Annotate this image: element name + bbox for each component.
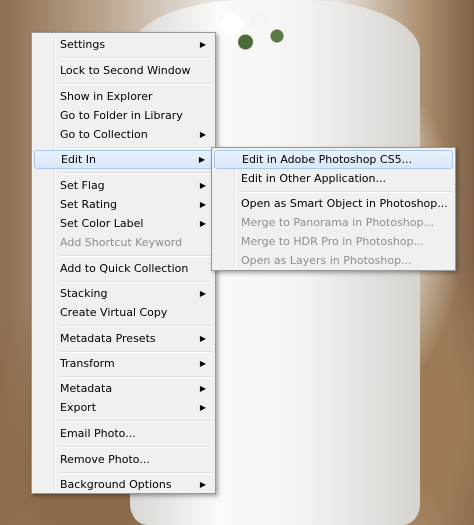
submenu-arrow-icon: ▶: [199, 289, 206, 298]
menu-item-label: Edit in Adobe Photoshop CS5...: [242, 153, 413, 166]
menu-item-add-shortcut-keyword: Add Shortcut Keyword: [34, 233, 213, 252]
submenu-arrow-icon: ▶: [199, 200, 206, 209]
menu-item-set-flag[interactable]: Set Flag ▶: [34, 176, 213, 195]
menu-item-go-to-folder-in-library[interactable]: Go to Folder in Library: [34, 106, 213, 125]
menu-item-stacking[interactable]: Stacking ▶: [34, 284, 213, 303]
menu-separator: [239, 191, 452, 193]
menu-item-label: Lock to Second Window: [60, 64, 191, 77]
menu-separator: [59, 446, 212, 448]
menu-item-metadata-presets[interactable]: Metadata Presets ▶: [34, 329, 213, 348]
menu-item-label: Show in Explorer: [60, 90, 153, 103]
menu-item-label: Merge to HDR Pro in Photoshop...: [241, 235, 425, 248]
submenu-arrow-icon: ▶: [199, 359, 206, 368]
submenu-item-edit-in-photoshop[interactable]: Edit in Adobe Photoshop CS5...: [214, 150, 453, 169]
menu-item-label: Open as Smart Object in Photoshop...: [241, 197, 448, 210]
submenu-arrow-icon: ▶: [199, 480, 206, 489]
submenu-arrow-icon: ▶: [199, 181, 206, 190]
submenu-item-merge-to-panorama: Merge to Panorama in Photoshop...: [214, 213, 453, 232]
menu-item-export[interactable]: Export ▶: [34, 398, 213, 417]
menu-separator: [59, 255, 212, 257]
menu-item-add-to-quick-collection[interactable]: Add to Quick Collection: [34, 259, 213, 278]
submenu-item-merge-to-hdr-pro: Merge to HDR Pro in Photoshop...: [214, 232, 453, 251]
submenu-arrow-icon: ▶: [199, 130, 206, 139]
menu-item-label: Stacking: [60, 287, 108, 300]
menu-item-lock-to-second-window[interactable]: Lock to Second Window: [34, 61, 213, 80]
edit-in-submenu: Edit in Adobe Photoshop CS5... Edit in O…: [211, 147, 456, 271]
menu-item-label: Edit in Other Application...: [241, 172, 387, 185]
submenu-arrow-icon: ▶: [199, 334, 206, 343]
menu-item-metadata[interactable]: Metadata ▶: [34, 379, 213, 398]
menu-item-label: Edit In: [61, 153, 97, 166]
menu-item-background-options[interactable]: Background Options ▶: [34, 475, 213, 494]
menu-item-label: Add to Quick Collection: [60, 262, 189, 275]
menu-item-go-to-collection[interactable]: Go to Collection ▶: [34, 125, 213, 144]
menu-item-set-rating[interactable]: Set Rating ▶: [34, 195, 213, 214]
menu-item-label: Create Virtual Copy: [60, 306, 168, 319]
menu-item-label: Metadata: [60, 382, 113, 395]
menu-separator: [59, 325, 212, 327]
background-photo-bouquet: [205, 0, 295, 60]
menu-item-label: Settings: [60, 38, 106, 51]
submenu-arrow-icon: ▶: [199, 403, 206, 412]
menu-item-label: Set Rating: [60, 198, 118, 211]
menu-separator: [59, 351, 212, 353]
menu-separator: [59, 57, 212, 59]
submenu-item-open-as-smart-object[interactable]: Open as Smart Object in Photoshop...: [214, 194, 453, 213]
submenu-arrow-icon: ▶: [198, 155, 205, 164]
menu-item-label: Email Photo...: [60, 427, 136, 440]
menu-item-show-in-explorer[interactable]: Show in Explorer: [34, 87, 213, 106]
menu-separator: [59, 147, 212, 149]
menu-separator: [59, 420, 212, 422]
submenu-arrow-icon: ▶: [199, 384, 206, 393]
submenu-item-edit-in-other-application[interactable]: Edit in Other Application...: [214, 169, 453, 188]
submenu-arrow-icon: ▶: [199, 40, 206, 49]
menu-item-email-photo[interactable]: Email Photo...: [34, 424, 213, 443]
submenu-arrow-icon: ▶: [199, 219, 206, 228]
menu-item-label: Remove Photo...: [60, 453, 150, 466]
menu-separator: [59, 281, 212, 283]
menu-item-edit-in[interactable]: Edit In ▶: [34, 150, 213, 169]
menu-item-label: Set Flag: [60, 179, 105, 192]
menu-item-label: Go to Folder in Library: [60, 109, 183, 122]
menu-item-label: Add Shortcut Keyword: [60, 236, 183, 249]
menu-item-label: Set Color Label: [60, 217, 144, 230]
submenu-item-open-as-layers: Open as Layers in Photoshop...: [214, 251, 453, 270]
menu-item-remove-photo[interactable]: Remove Photo...: [34, 450, 213, 469]
menu-item-settings[interactable]: Settings ▶: [34, 35, 213, 54]
menu-item-create-virtual-copy[interactable]: Create Virtual Copy: [34, 303, 213, 322]
menu-separator: [59, 172, 212, 174]
menu-item-label: Metadata Presets: [60, 332, 156, 345]
menu-item-label: Go to Collection: [60, 128, 148, 141]
menu-item-set-color-label[interactable]: Set Color Label ▶: [34, 214, 213, 233]
context-menu: Settings ▶ Lock to Second Window Show in …: [31, 32, 216, 494]
menu-item-label: Export: [60, 401, 97, 414]
menu-separator: [59, 83, 212, 85]
menu-item-transform[interactable]: Transform ▶: [34, 354, 213, 373]
menu-item-label: Transform: [60, 357, 115, 370]
menu-item-label: Background Options: [60, 478, 172, 491]
menu-item-label: Open as Layers in Photoshop...: [241, 254, 412, 267]
menu-separator: [59, 376, 212, 378]
menu-item-label: Merge to Panorama in Photoshop...: [241, 216, 434, 229]
menu-separator: [59, 472, 212, 474]
